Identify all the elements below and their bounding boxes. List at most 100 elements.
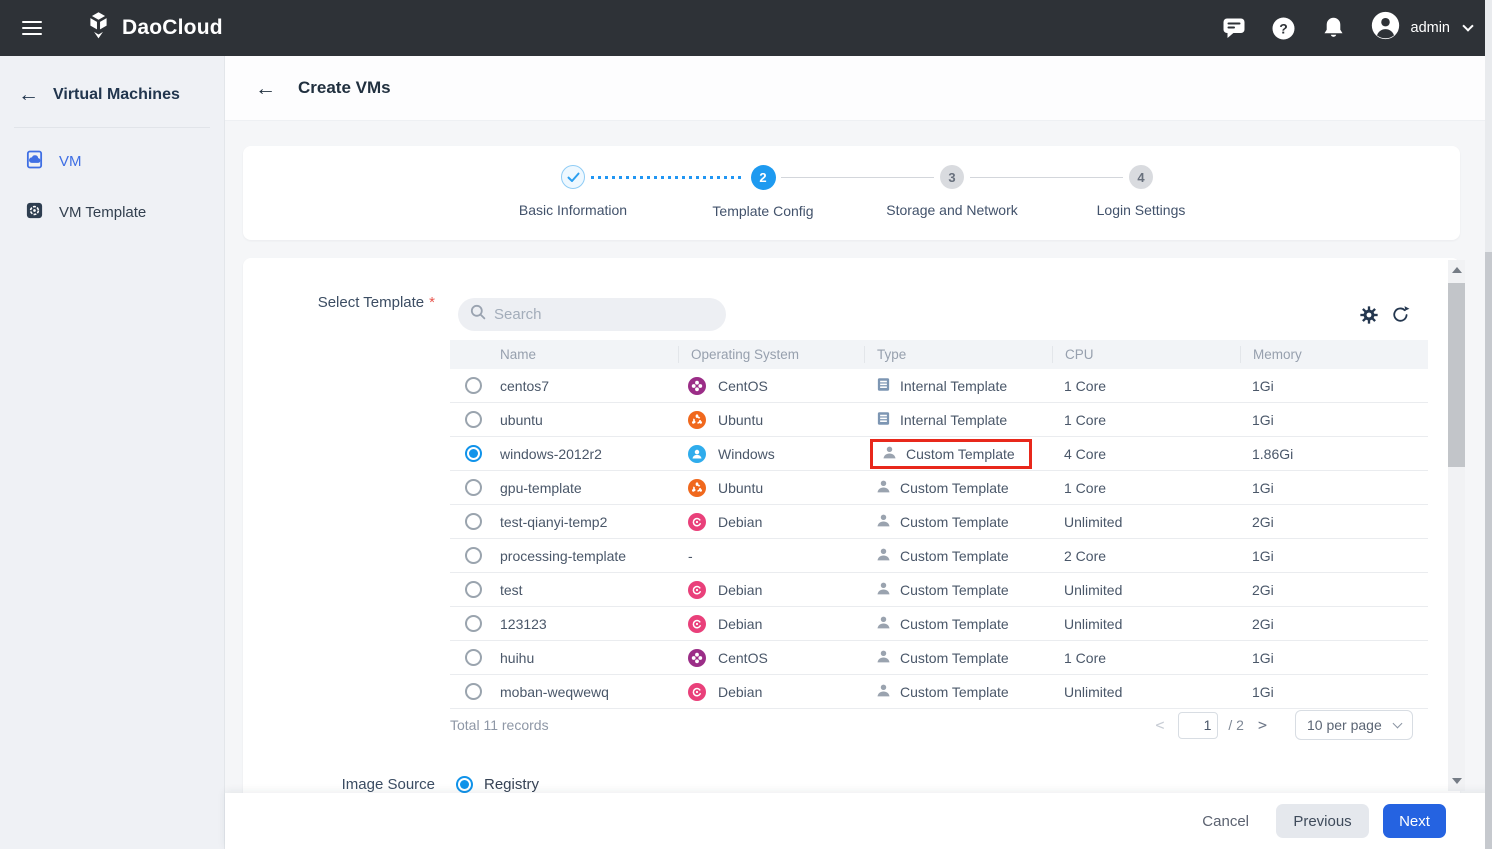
table-row[interactable]: processing-template - Custom Template 2 …: [450, 539, 1428, 573]
centos-icon: [688, 377, 706, 395]
row-radio[interactable]: [465, 649, 482, 666]
search-input[interactable]: [494, 306, 714, 323]
sidebar-item-label: VM: [59, 153, 82, 170]
column-header: CPU: [1052, 346, 1240, 363]
ubuntu-icon: [688, 411, 706, 429]
debian-icon: [688, 581, 706, 599]
sidebar-title: Virtual Machines: [53, 86, 180, 104]
cell-type-name: Custom Template: [900, 548, 1009, 564]
step-number: 4: [1129, 165, 1153, 189]
type-value: Custom Template: [876, 615, 1009, 633]
cell-type: Custom Template: [864, 615, 1052, 633]
brand-name: DaoCloud: [122, 16, 223, 40]
row-radio[interactable]: [465, 581, 482, 598]
sidebar-back-icon[interactable]: ←: [18, 84, 39, 105]
next-button[interactable]: Next: [1383, 804, 1446, 838]
row-radio[interactable]: [465, 513, 482, 530]
row-radio[interactable]: [465, 547, 482, 564]
cell-template-name: ubuntu: [500, 412, 678, 428]
scrollbar-thumb[interactable]: [1448, 283, 1465, 467]
table-row[interactable]: windows-2012r2 Windows Custom Template 4…: [450, 437, 1428, 471]
step-label: Storage and Network: [867, 202, 1037, 218]
previous-button[interactable]: Previous: [1276, 804, 1369, 838]
chat-icon[interactable]: [1221, 17, 1247, 39]
page-scrollbar[interactable]: [1485, 0, 1492, 849]
type-value: Custom Template: [876, 683, 1009, 701]
cell-cpu: 1 Core: [1052, 650, 1240, 666]
bell-icon[interactable]: [1321, 16, 1347, 40]
page-number-input[interactable]: [1178, 712, 1218, 739]
type-value: Custom Template: [876, 547, 1009, 565]
chevron-down-icon: [1393, 719, 1403, 729]
page-size-select[interactable]: 10 per page: [1295, 710, 1413, 740]
prev-page-icon[interactable]: <: [1151, 716, 1168, 734]
cell-type-name: Custom Template: [900, 514, 1009, 530]
table-row[interactable]: test Debian Custom Template Unlimited 2G…: [450, 573, 1428, 607]
table-row[interactable]: centos7 CentOS Internal Template 1 Core …: [450, 369, 1428, 403]
type-value: Internal Template: [876, 377, 1007, 395]
page-scrollbar-thumb[interactable]: [1485, 252, 1492, 849]
step-storage-and-network[interactable]: 3 Storage and Network: [867, 165, 1037, 218]
sidebar: ← Virtual Machines VM VM Template: [0, 56, 225, 849]
refresh-icon[interactable]: [1391, 305, 1410, 324]
row-radio[interactable]: [465, 615, 482, 632]
custom-template-user-icon: [876, 615, 891, 633]
row-radio[interactable]: [465, 683, 482, 700]
windows-icon: [688, 445, 706, 463]
row-radio[interactable]: [465, 411, 482, 428]
page-back-icon[interactable]: ←: [255, 78, 276, 99]
stepper-connector: [970, 177, 1123, 178]
column-header: Memory: [1240, 346, 1428, 363]
table-row[interactable]: gpu-template Ubuntu Custom Template 1 Co…: [450, 471, 1428, 505]
user-menu[interactable]: admin: [1371, 11, 1473, 45]
help-icon[interactable]: ?: [1271, 16, 1297, 41]
row-radio[interactable]: [465, 445, 482, 462]
template-table: NameOperating SystemTypeCPUMemory centos…: [450, 340, 1428, 709]
cell-type: Custom Template: [864, 581, 1052, 599]
scroll-down-icon[interactable]: [1452, 778, 1462, 784]
cell-memory: 1Gi: [1240, 412, 1428, 428]
vm-icon: [25, 150, 44, 173]
table-row[interactable]: test-qianyi-temp2 Debian Custom Template…: [450, 505, 1428, 539]
registry-radio[interactable]: [456, 776, 473, 793]
cell-memory: 1.86Gi: [1240, 446, 1428, 462]
table-row[interactable]: moban-weqwewq Debian Custom Template Unl…: [450, 675, 1428, 709]
cell-os: Ubuntu: [678, 479, 864, 497]
step-basic-information[interactable]: Basic Information: [488, 165, 658, 218]
table-row[interactable]: huihu CentOS Custom Template 1 Core 1Gi: [450, 641, 1428, 675]
sidebar-item-vm-template[interactable]: VM Template: [0, 187, 224, 238]
cell-type-name: Internal Template: [900, 412, 1007, 428]
cell-cpu: 2 Core: [1052, 548, 1240, 564]
chevron-down-icon: [1462, 20, 1473, 31]
cell-os: Windows: [678, 445, 864, 463]
row-radio[interactable]: [465, 479, 482, 496]
custom-template-user-icon: [876, 547, 891, 565]
cell-type: Internal Template: [864, 377, 1052, 395]
cell-os: Ubuntu: [678, 411, 864, 429]
brand-logo[interactable]: DaoCloud: [85, 11, 223, 45]
cell-type: Custom Template: [864, 649, 1052, 667]
cell-memory: 1Gi: [1240, 378, 1428, 394]
table-scrollbar[interactable]: [1448, 260, 1465, 791]
svg-text:?: ?: [1279, 20, 1288, 36]
internal-template-icon: [876, 377, 891, 395]
hamburger-icon[interactable]: [22, 17, 42, 39]
page-total: / 2: [1228, 717, 1244, 733]
gear-icon[interactable]: [1360, 306, 1378, 324]
sidebar-item-vm[interactable]: VM: [0, 136, 224, 187]
table-row[interactable]: 123123 Debian Custom Template Unlimited …: [450, 607, 1428, 641]
cell-memory: 1Gi: [1240, 684, 1428, 700]
step-template-config[interactable]: 2 Template Config: [678, 165, 848, 219]
cell-os-name: Windows: [718, 446, 775, 462]
cell-os-name: Ubuntu: [718, 480, 763, 496]
next-page-icon[interactable]: >: [1254, 716, 1271, 734]
template-search[interactable]: [458, 298, 726, 331]
row-radio[interactable]: [465, 377, 482, 394]
cell-type-name: Custom Template: [900, 480, 1009, 496]
search-icon: [470, 304, 486, 325]
cell-os-name: Debian: [718, 582, 762, 598]
scroll-up-icon[interactable]: [1452, 267, 1462, 273]
table-row[interactable]: ubuntu Ubuntu Internal Template 1 Core 1…: [450, 403, 1428, 437]
step-login-settings[interactable]: 4 Login Settings: [1056, 165, 1226, 218]
cancel-button[interactable]: Cancel: [1202, 813, 1249, 830]
